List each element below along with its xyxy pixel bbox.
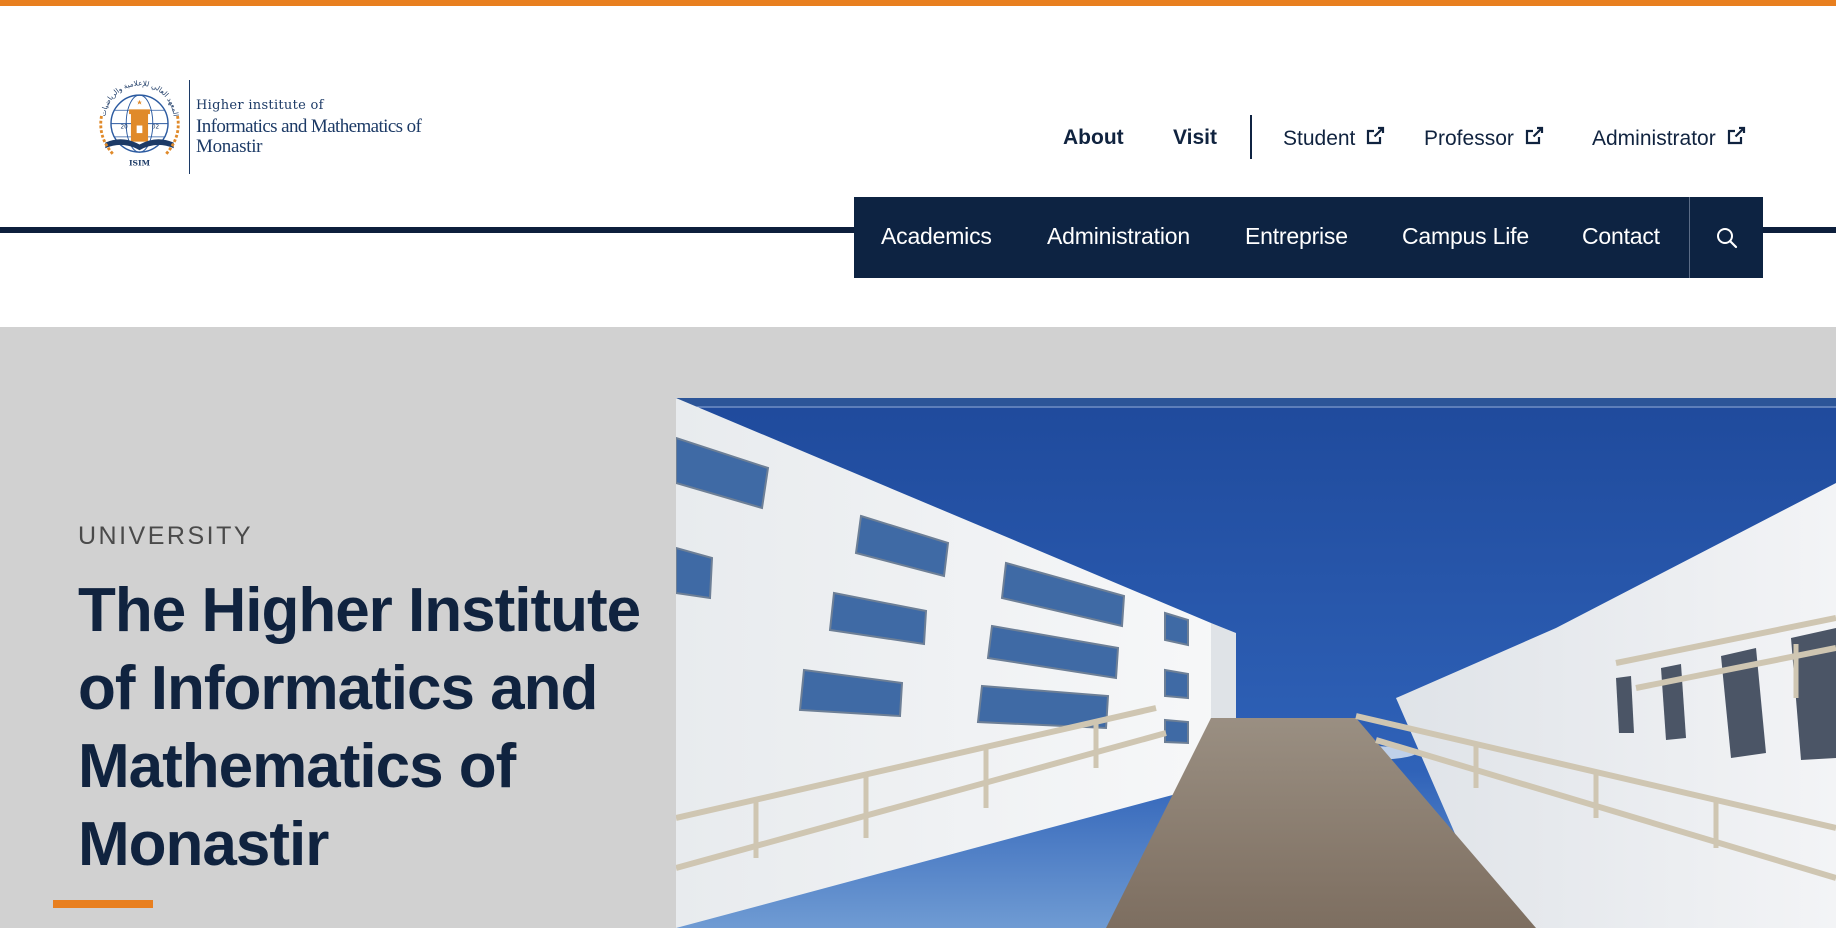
logo-text-line3: Monastir <box>196 136 263 157</box>
hero-section: UNIVERSITY The Higher Institute of Infor… <box>0 327 1836 928</box>
logo-emblem: المعهد العالي للإعلامية والرياضيات 20 02… <box>98 79 180 168</box>
nav-item-administration[interactable]: Administration <box>1047 223 1190 250</box>
campus-photo <box>676 398 1836 928</box>
search-icon <box>1716 227 1737 248</box>
professor-portal-link[interactable]: Professor <box>1424 126 1544 151</box>
top-accent-bar <box>0 0 1836 6</box>
visit-link[interactable]: Visit <box>1173 126 1217 150</box>
svg-text:02: 02 <box>152 124 160 130</box>
student-link-label: Student <box>1283 127 1356 150</box>
hero-eyebrow: UNIVERSITY <box>78 522 254 550</box>
nav-item-contact[interactable]: Contact <box>1582 223 1660 250</box>
external-link-icon <box>1727 126 1745 145</box>
main-navigation: Academics Administration Entreprise Camp… <box>854 197 1763 278</box>
site-logo[interactable]: المعهد العالي للإعلامية والرياضيات 20 02… <box>92 78 422 178</box>
logo-text-line2: Informatics and Mathematics of <box>196 116 422 137</box>
nav-item-entreprise[interactable]: Entreprise <box>1245 223 1348 250</box>
professor-link-label: Professor <box>1424 127 1514 150</box>
external-link-icon <box>1367 126 1385 145</box>
svg-text:ISIM: ISIM <box>129 158 151 167</box>
administrator-link-label: Administrator <box>1592 127 1716 150</box>
search-button[interactable] <box>1690 197 1763 278</box>
about-link[interactable]: About <box>1063 126 1124 150</box>
nav-item-campus-life[interactable]: Campus Life <box>1402 223 1529 250</box>
hero-accent-bar <box>53 900 153 908</box>
student-portal-link[interactable]: Student <box>1283 126 1385 151</box>
nav-item-academics[interactable]: Academics <box>881 223 992 250</box>
logo-divider <box>189 80 190 174</box>
utility-nav-separator <box>1250 115 1252 159</box>
administrator-portal-link[interactable]: Administrator <box>1592 126 1746 151</box>
logo-text-line1: Higher institute of <box>196 98 324 113</box>
external-link-icon <box>1525 126 1543 145</box>
svg-text:20: 20 <box>121 124 129 130</box>
hero-title: The Higher Institute of Informatics and … <box>78 576 641 879</box>
